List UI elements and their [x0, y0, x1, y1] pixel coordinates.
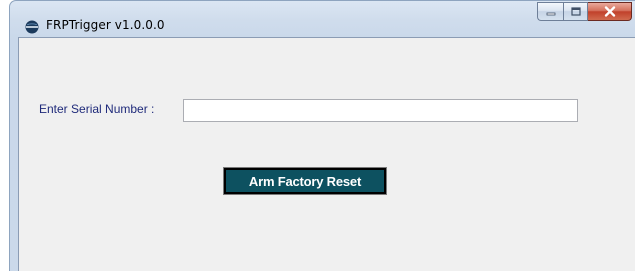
minimize-icon	[546, 12, 555, 15]
title-bar[interactable]: FRPTrigger v1.0.0.0	[10, 1, 635, 37]
close-icon	[604, 6, 615, 17]
app-window: FRPTrigger v1.0.0.0 Enter Serial Number …	[9, 0, 635, 271]
minimize-button[interactable]	[537, 2, 563, 21]
maximize-icon	[570, 7, 581, 16]
caption-buttons	[537, 2, 632, 22]
maximize-button[interactable]	[563, 2, 588, 21]
serial-number-label: Enter Serial Number :	[39, 102, 155, 116]
arm-factory-reset-button[interactable]: Arm Factory Reset	[223, 167, 387, 195]
serial-number-input[interactable]	[183, 99, 578, 122]
client-area: Enter Serial Number : Arm Factory Reset	[18, 37, 635, 271]
window-title: FRPTrigger v1.0.0.0	[46, 18, 165, 32]
globe-app-icon	[25, 20, 39, 34]
close-button[interactable]	[588, 2, 632, 21]
